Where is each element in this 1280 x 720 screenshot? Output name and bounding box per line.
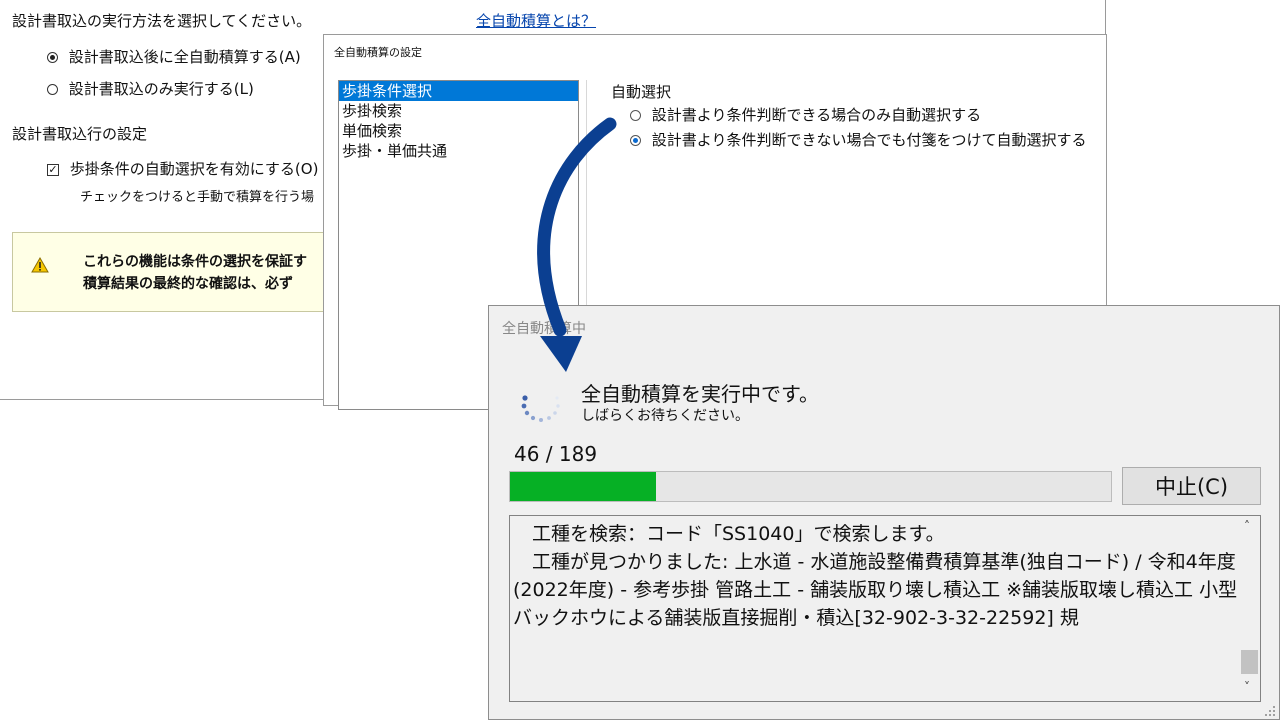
settings-title: 全自動積算の設定: [334, 46, 422, 59]
auto-select-radio-1-label: 設計書より条件判断できる場合のみ自動選択する: [651, 106, 982, 124]
progress-main-message: 全自動積算を実行中です。: [581, 382, 819, 406]
import-prompt: 設計書取込の実行方法を選択してください。: [12, 12, 312, 30]
progress-window: 全自動積算中 全自動積算を実行中です。 しばらくお待ちください。 46 / 18…: [488, 305, 1280, 720]
checkbox-checked-icon: ✓: [47, 162, 59, 176]
warning-icon: [31, 257, 49, 273]
radio-unselected-icon: [630, 110, 641, 121]
scroll-up-icon[interactable]: ˄: [1244, 519, 1250, 533]
radio-option-a[interactable]: 設計書取込後に全自動積算する(A): [47, 46, 301, 67]
list-item-step-condition[interactable]: 歩掛条件選択: [339, 81, 578, 101]
checkbox-label: 歩掛条件の自動選択を有効にする(O): [69, 160, 319, 178]
progress-bar-fill: [510, 472, 657, 501]
radio-selected-icon: [630, 135, 641, 146]
list-item-price-search[interactable]: 単価検索: [339, 121, 578, 141]
log-text: 工種を検索：コード「SS1040」で検索します。 工種が見つかりました: 上水道…: [513, 520, 1238, 632]
help-link[interactable]: 全自動積算とは？: [476, 10, 596, 31]
progress-sub-message: しばらくお待ちください。: [581, 408, 749, 424]
auto-select-radio-2[interactable]: 設計書より条件判断できない場合でも付箋をつけて自動選択する: [630, 129, 1086, 150]
warning-line-2: 積算結果の最終的な確認は、必ず: [83, 276, 293, 292]
log-scrollbar[interactable]: ˄ ˅: [1239, 516, 1260, 701]
loading-spinner-icon: [521, 395, 560, 422]
radio-option-l-label: 設計書取込のみ実行する(L): [68, 80, 254, 98]
auto-select-radio-1[interactable]: 設計書より条件判断できる場合のみ自動選択する: [630, 104, 981, 125]
section-title: 設計書取込行の設定: [12, 125, 148, 143]
progress-bar: [509, 471, 1112, 502]
checkbox-note: チェックをつけると手動で積算を行う場: [80, 190, 315, 205]
auto-select-radio-2-label: 設計書より条件判断できない場合でも付箋をつけて自動選択する: [651, 131, 1087, 149]
log-textarea[interactable]: 工種を検索：コード「SS1040」で検索します。 工種が見つかりました: 上水道…: [509, 515, 1261, 702]
auto-select-group-title: 自動選択: [611, 83, 672, 101]
list-item-step-search[interactable]: 歩掛検索: [339, 101, 578, 121]
log-line: 工種が見つかりました: 上水道 - 水道施設整備費積算基準(独自コード) / 令…: [513, 551, 1238, 629]
radio-unselected-icon: [47, 84, 58, 95]
progress-counter: 46 / 189: [514, 442, 598, 466]
progress-title: 全自動積算中: [502, 321, 586, 337]
warning-line-1: これらの機能は条件の選択を保証す: [83, 254, 307, 270]
list-item-common[interactable]: 歩掛・単価共通: [339, 141, 578, 161]
radio-selected-icon: [47, 52, 58, 63]
resize-grip-icon[interactable]: [1263, 704, 1277, 718]
radio-option-a-label: 設計書取込後に全自動積算する(A): [68, 48, 301, 66]
stop-button[interactable]: 中止(C): [1122, 467, 1261, 505]
scroll-thumb[interactable]: [1241, 650, 1258, 674]
scroll-down-icon[interactable]: ˅: [1244, 680, 1250, 694]
warning-box: これらの機能は条件の選択を保証す 積算結果の最終的な確認は、必ず: [12, 232, 342, 312]
auto-select-checkbox[interactable]: ✓ 歩掛条件の自動選択を有効にする(O): [47, 158, 318, 179]
radio-option-l[interactable]: 設計書取込のみ実行する(L): [47, 78, 254, 99]
log-line: 工種を検索：コード「SS1040」で検索します。: [513, 523, 945, 545]
